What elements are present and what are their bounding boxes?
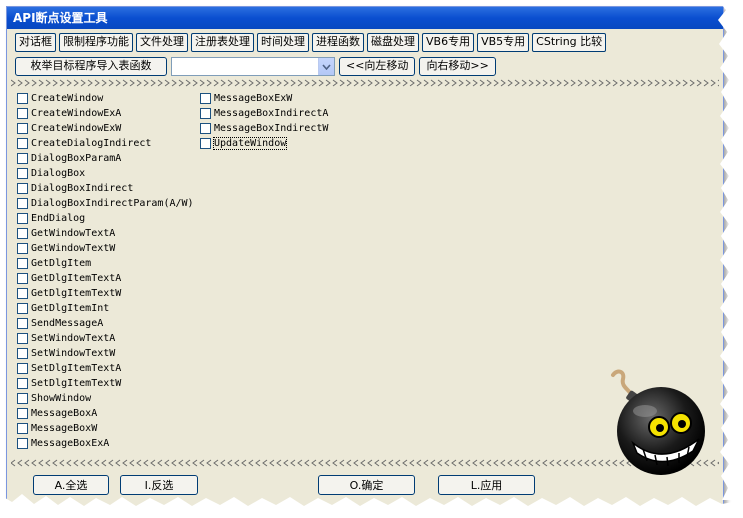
torn-edge-decoration xyxy=(0,0,743,518)
